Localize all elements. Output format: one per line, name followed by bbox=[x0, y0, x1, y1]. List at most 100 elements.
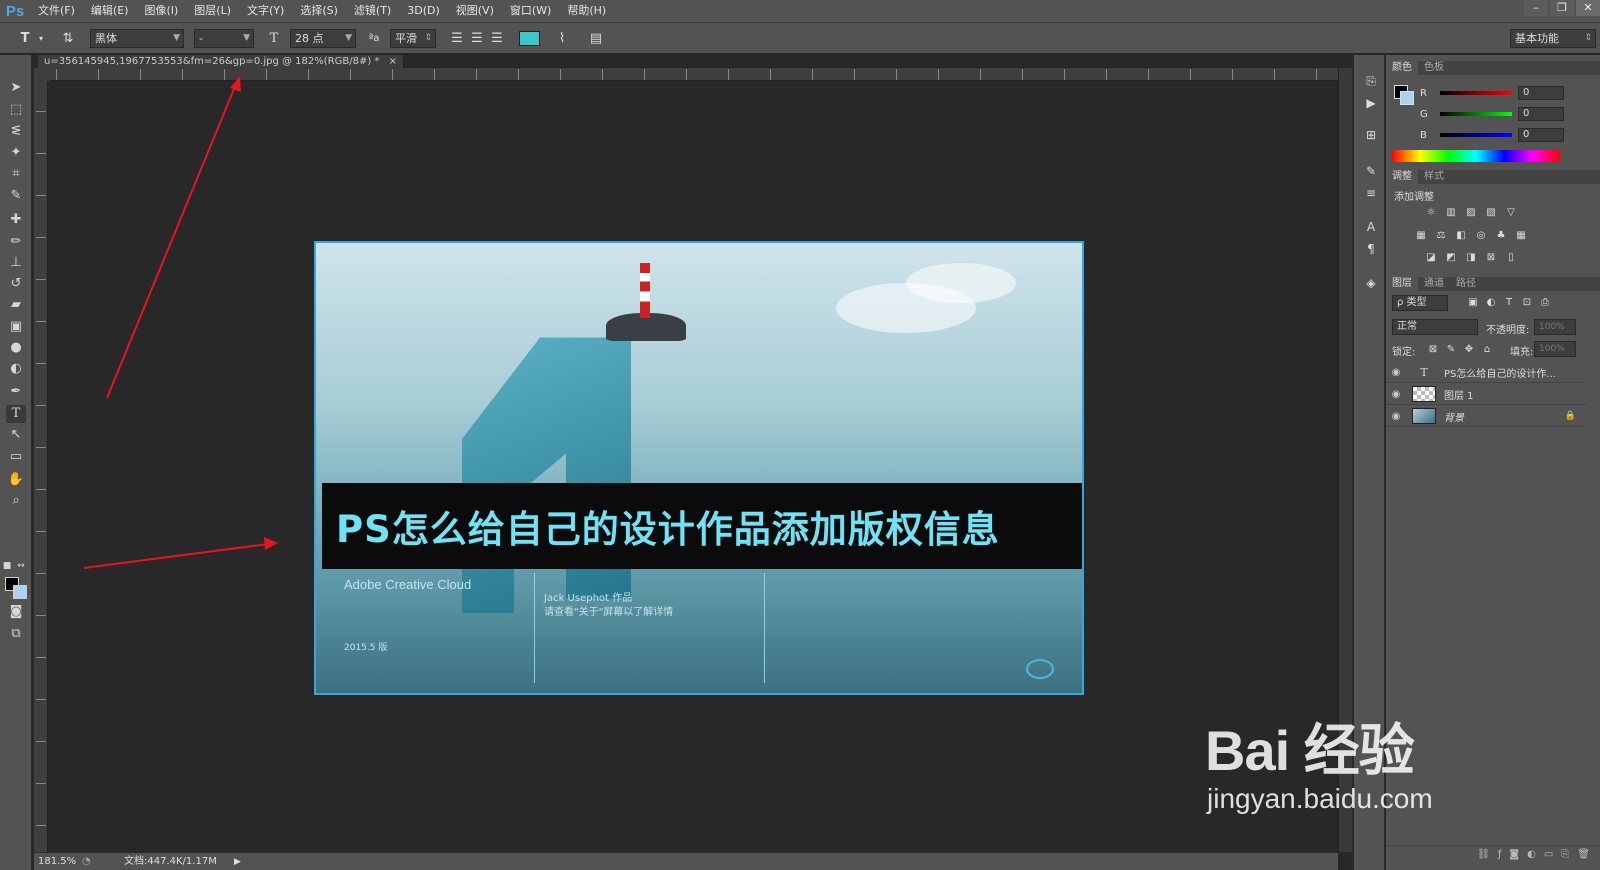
green-bar[interactable] bbox=[1440, 112, 1512, 116]
menu-window[interactable]: 窗口(W) bbox=[502, 0, 559, 22]
chevron-down-icon[interactable]: ▾ bbox=[36, 30, 46, 48]
brush-presets-icon[interactable]: ≡ bbox=[1362, 185, 1380, 201]
lock-transparent-icon[interactable]: ⊠ bbox=[1426, 344, 1440, 356]
pen-tool-icon[interactable]: ✒ bbox=[6, 383, 26, 401]
status-menu-arrow[interactable]: ▶ bbox=[234, 853, 241, 870]
layer-row-background[interactable]: ◉ 背景 🔒 bbox=[1386, 406, 1586, 427]
posterize-icon[interactable]: ◩ bbox=[1444, 252, 1458, 264]
eyedropper-tool-icon[interactable]: ✎ bbox=[6, 187, 26, 205]
history-panel-icon[interactable]: ⎘ bbox=[1362, 73, 1380, 89]
menu-edit[interactable]: 编辑(E) bbox=[83, 0, 137, 22]
menu-view[interactable]: 视图(V) bbox=[448, 0, 502, 22]
exposure-icon[interactable]: ▧ bbox=[1484, 207, 1498, 219]
move-tool-icon[interactable]: ➤ bbox=[6, 79, 26, 97]
close-button[interactable]: ✕ bbox=[1576, 0, 1600, 16]
color-spectrum[interactable] bbox=[1392, 150, 1560, 162]
crop-tool-icon[interactable]: ⌗ bbox=[6, 165, 26, 183]
opacity-input[interactable]: 100% bbox=[1534, 319, 1576, 335]
channel-mixer-icon[interactable]: ♣ bbox=[1494, 230, 1508, 242]
zoom-tool-icon[interactable]: ⌕ bbox=[6, 492, 26, 510]
paragraph-panel-icon[interactable]: ¶ bbox=[1362, 241, 1380, 257]
curves-icon[interactable]: ▨ bbox=[1464, 207, 1478, 219]
properties-panel-icon[interactable]: ⊞ bbox=[1362, 127, 1380, 143]
red-bar[interactable] bbox=[1440, 91, 1512, 95]
text-color-swatch[interactable] bbox=[519, 31, 540, 46]
photo-filter-icon[interactable]: ◎ bbox=[1474, 230, 1488, 242]
antialias-select[interactable]: 平滑 ⇕ bbox=[390, 29, 436, 48]
menu-file[interactable]: 文件(F) bbox=[30, 0, 83, 22]
green-slider[interactable]: G 0 bbox=[1420, 107, 1564, 121]
levels-icon[interactable]: ▥ bbox=[1444, 207, 1458, 219]
minimize-button[interactable]: – bbox=[1524, 0, 1548, 16]
layer-name[interactable]: 背景 bbox=[1444, 409, 1464, 424]
filter-smart-icon[interactable]: ⎙ bbox=[1538, 297, 1552, 309]
tab-channels[interactable]: 通道 bbox=[1418, 277, 1450, 291]
font-family-select[interactable]: 黑体 ▼ bbox=[90, 29, 184, 48]
brush-panel-icon[interactable]: ✎ bbox=[1362, 163, 1380, 179]
new-group-icon[interactable]: ▭ bbox=[1544, 846, 1553, 863]
blue-value[interactable]: 0 bbox=[1518, 128, 1564, 142]
add-mask-icon[interactable]: ◙ bbox=[1509, 846, 1519, 863]
vertical-ruler[interactable] bbox=[34, 81, 48, 852]
fill-input[interactable]: 100% bbox=[1534, 341, 1576, 357]
quick-mask-icon[interactable]: ◙ bbox=[6, 603, 26, 621]
brush-tool-icon[interactable]: ✏ bbox=[6, 233, 26, 251]
eye-icon[interactable]: ◉ bbox=[1386, 389, 1406, 400]
red-value[interactable]: 0 bbox=[1518, 86, 1564, 100]
path-selection-tool-icon[interactable]: ↖ bbox=[6, 426, 26, 444]
layer-filter-select[interactable]: ρ 类型 bbox=[1392, 295, 1448, 311]
color-bg-swatch[interactable] bbox=[1400, 91, 1414, 105]
swap-colors-icon[interactable]: ↔ bbox=[16, 557, 26, 575]
menu-help[interactable]: 帮助(H) bbox=[559, 0, 614, 22]
gradient-tool-icon[interactable]: ▣ bbox=[6, 318, 26, 336]
filter-type-icon[interactable]: T bbox=[1502, 297, 1516, 309]
new-adjustment-icon[interactable]: ◐ bbox=[1527, 846, 1536, 863]
new-layer-icon[interactable]: ⎘ bbox=[1561, 846, 1569, 863]
eye-icon[interactable]: ◉ bbox=[1386, 367, 1406, 378]
actions-panel-icon[interactable]: ▶ bbox=[1362, 95, 1380, 111]
layer-name[interactable]: PS怎么给自己的设计作... bbox=[1444, 365, 1556, 380]
warp-text-icon[interactable]: ⌇ bbox=[552, 30, 572, 48]
blue-bar[interactable] bbox=[1440, 133, 1512, 137]
lasso-tool-icon[interactable]: ᓬ bbox=[6, 123, 26, 141]
eye-icon[interactable]: ◉ bbox=[1386, 411, 1406, 422]
font-style-select[interactable]: - ▼ bbox=[194, 29, 254, 48]
info-icon[interactable]: ◔ bbox=[82, 853, 91, 870]
type-tool-icon[interactable]: T bbox=[6, 405, 26, 423]
character-panel-icon[interactable]: A bbox=[1362, 219, 1380, 235]
document-canvas[interactable]: PS怎么给自己的设计作品添加版权信息 Adobe Creative Cloud … bbox=[314, 241, 1084, 695]
lock-position-icon[interactable]: ✥ bbox=[1462, 344, 1476, 356]
document-tab[interactable]: u=356145945,1967753553&fm=26&gp=0.jpg @ … bbox=[38, 55, 405, 69]
lock-image-icon[interactable]: ✎ bbox=[1444, 344, 1458, 356]
filter-pixel-icon[interactable]: ▣ bbox=[1466, 297, 1480, 309]
red-slider[interactable]: R 0 bbox=[1420, 86, 1564, 100]
menu-select[interactable]: 选择(S) bbox=[292, 0, 346, 22]
hand-tool-icon[interactable]: ✋ bbox=[6, 471, 26, 489]
layer-row-layer1[interactable]: ◉ 图层 1 bbox=[1386, 384, 1586, 405]
horizontal-ruler[interactable] bbox=[50, 68, 1350, 81]
clone-stamp-tool-icon[interactable]: ⊥ bbox=[6, 254, 26, 272]
3d-panel-icon[interactable]: ◈ bbox=[1362, 275, 1380, 291]
color-lookup-icon[interactable]: ▦ bbox=[1514, 230, 1528, 242]
blue-slider[interactable]: B 0 bbox=[1420, 128, 1564, 142]
layer-style-icon[interactable]: ƒ bbox=[1498, 846, 1502, 863]
selective-color-icon[interactable]: ⊠ bbox=[1484, 252, 1498, 264]
zoom-level[interactable]: 181.5% bbox=[38, 853, 76, 870]
layer-row-text[interactable]: ◉ T PS怎么给自己的设计作... bbox=[1386, 362, 1586, 383]
eraser-tool-icon[interactable]: ▰ bbox=[6, 296, 26, 314]
magic-wand-tool-icon[interactable]: ✦ bbox=[6, 144, 26, 162]
history-brush-tool-icon[interactable]: ↺ bbox=[6, 275, 26, 293]
layer-name[interactable]: 图层 1 bbox=[1444, 387, 1474, 402]
align-right-icon[interactable]: ☰ bbox=[488, 30, 506, 48]
invert-icon[interactable]: ◪ bbox=[1424, 252, 1438, 264]
type-tool-preset-icon[interactable]: T bbox=[14, 30, 36, 48]
gradient-map-icon[interactable]: ▯ bbox=[1504, 252, 1518, 264]
blur-tool-icon[interactable]: ● bbox=[6, 339, 26, 357]
menu-3d[interactable]: 3D(D) bbox=[399, 0, 448, 22]
tab-styles[interactable]: 样式 bbox=[1418, 170, 1450, 184]
font-size-select[interactable]: 28 点 ▼ bbox=[290, 29, 356, 48]
filter-shape-icon[interactable]: ⊡ bbox=[1520, 297, 1534, 309]
menu-layer[interactable]: 图层(L) bbox=[186, 0, 239, 22]
filter-adjustment-icon[interactable]: ◐ bbox=[1484, 297, 1498, 309]
restore-button[interactable]: ❐ bbox=[1550, 0, 1574, 16]
